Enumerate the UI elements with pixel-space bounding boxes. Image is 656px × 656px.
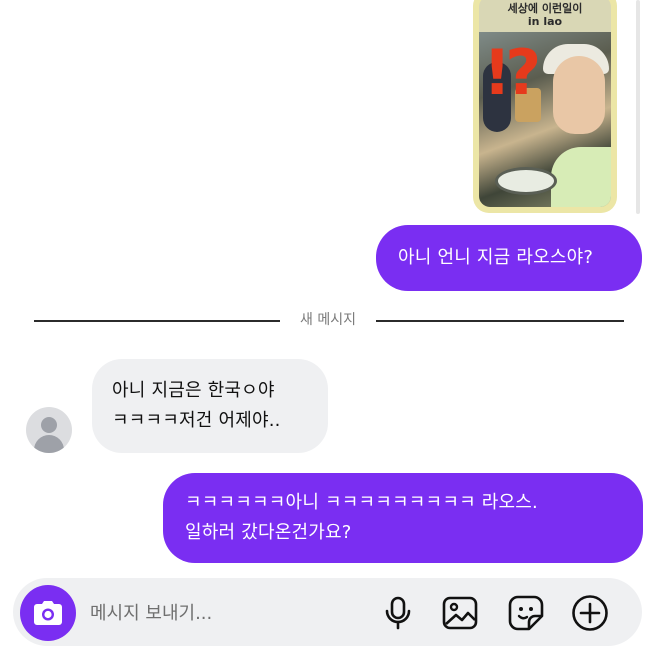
photo-shirt: [551, 147, 611, 207]
avatar-body: [34, 435, 64, 453]
message-text-line1: 아니 지금은 한국ㅇ야: [112, 380, 275, 401]
story-caption-line1: 세상에 이런일이: [507, 2, 583, 15]
photo-plate: [495, 167, 557, 195]
default-avatar-icon[interactable]: [26, 407, 72, 453]
sticker-button[interactable]: [506, 592, 546, 634]
scrollbar[interactable]: [636, 0, 640, 214]
message-input[interactable]: [90, 596, 360, 630]
story-overlay-text: !?: [483, 36, 541, 109]
divider-line-right: [376, 320, 624, 322]
message-text-line2: 일하러 갔다온건가요?: [185, 522, 352, 543]
story-photo: !?: [479, 32, 611, 207]
message-text-line2: ㅋㅋㅋㅋ저건 어제야..: [112, 410, 281, 431]
sticker-icon: [508, 595, 544, 631]
message-text: 아니 언니 지금 라오스야?: [398, 247, 594, 268]
divider-line-left: [34, 320, 280, 322]
message-text-line1: ㅋㅋㅋㅋㅋㅋ아니 ㅋㅋㅋㅋㅋㅋㅋㅋㅋ 라오스.: [185, 492, 538, 513]
photo-face: [553, 56, 605, 134]
avatar-head: [41, 417, 57, 433]
outgoing-message[interactable]: 아니 언니 지금 라오스야?: [376, 225, 642, 291]
story-caption-line2: in lao: [527, 15, 563, 28]
gallery-button[interactable]: [440, 592, 480, 634]
microphone-icon: [385, 596, 411, 630]
story-preview: 세상에 이런일이 in lao !?: [479, 0, 611, 207]
outgoing-message[interactable]: ㅋㅋㅋㅋㅋㅋ아니 ㅋㅋㅋㅋㅋㅋㅋㅋㅋ 라오스. 일하러 갔다온건가요?: [163, 473, 643, 563]
new-messages-divider-label: 새 메시지: [300, 312, 356, 328]
incoming-message[interactable]: 아니 지금은 한국ㅇ야 ㅋㅋㅋㅋ저건 어제야..: [92, 359, 328, 453]
image-gallery-icon: [442, 596, 478, 630]
more-options-button[interactable]: [570, 592, 610, 634]
camera-icon: [34, 601, 62, 625]
shared-story-message[interactable]: 세상에 이런일이 in lao !?: [473, 0, 617, 213]
chat-screen: 세상에 이런일이 in lao !? 아니 언니 지금 라오스야? 새 메시지 …: [0, 0, 656, 656]
microphone-button[interactable]: [378, 592, 418, 634]
plus-circle-icon: [572, 595, 608, 631]
camera-button[interactable]: [20, 585, 76, 641]
story-caption: 세상에 이런일이 in lao: [479, 2, 611, 28]
